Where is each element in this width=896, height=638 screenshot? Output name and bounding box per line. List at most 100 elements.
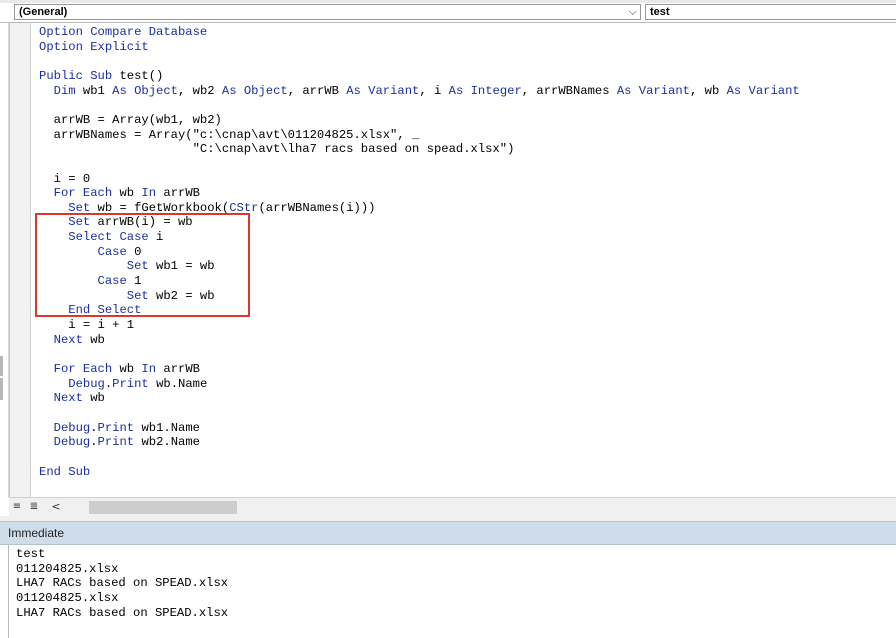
- immediate-window-title: Immediate: [0, 521, 896, 545]
- code-line[interactable]: "C:\cnap\avt\lha7 racs based on spead.xl…: [39, 142, 800, 157]
- code-line[interactable]: Dim wb1 As Object, wb2 As Object, arrWB …: [39, 84, 800, 99]
- code-line[interactable]: Next wb: [39, 333, 800, 348]
- code-window-header: (General) ⌵ test: [0, 3, 896, 23]
- code-keyword: Public Sub: [39, 68, 113, 83]
- splitter-marker: [0, 356, 3, 376]
- code-line[interactable]: Debug.Print wb.Name: [39, 377, 800, 392]
- code-token: "C:\cnap\avt\lha7 racs based on spead.xl…: [39, 142, 515, 157]
- code-line[interactable]: [39, 347, 800, 362]
- code-token: test(): [112, 68, 164, 83]
- code-token: arrWBNames = Array("c:\cnap\avt\01120482…: [39, 127, 420, 142]
- immediate-line: LHA7 RACs based on SPEAD.xlsx: [16, 576, 229, 591]
- code-keyword: Debug: [53, 435, 91, 450]
- code-line[interactable]: Option Compare Database: [39, 25, 800, 40]
- code-token: arrWB: [156, 362, 200, 377]
- code-keyword: Option Compare Database: [39, 25, 208, 39]
- code-line[interactable]: i = 0: [39, 172, 800, 187]
- immediate-line: test: [16, 547, 46, 561]
- code-keyword: As Object: [112, 83, 178, 98]
- code-token: , wb2: [178, 83, 222, 98]
- code-line[interactable]: [39, 98, 800, 113]
- code-line[interactable]: [39, 157, 800, 172]
- code-token: i = 0: [39, 171, 91, 186]
- code-keyword: As Variant: [346, 83, 420, 98]
- code-token: , arrWBNames: [521, 83, 617, 98]
- code-token: .: [90, 420, 98, 435]
- code-keyword: Debug: [53, 420, 91, 435]
- code-keyword: Next: [53, 332, 83, 347]
- code-keyword: Debug: [68, 376, 105, 391]
- code-token: wb1: [75, 83, 113, 98]
- code-keyword: As Integer: [448, 83, 522, 98]
- code-keyword: Print: [97, 420, 135, 435]
- immediate-output[interactable]: test 011204825.xlsx LHA7 RACs based on SPE…: [16, 547, 228, 620]
- object-dropdown-value: (General): [19, 6, 68, 18]
- procedure-dropdown-value: test: [650, 6, 670, 18]
- margin-indicator-bar[interactable]: [10, 23, 31, 497]
- code-line[interactable]: arrWBNames = Array("c:\cnap\avt\01120482…: [39, 128, 800, 143]
- code-token: wb1.Name: [134, 420, 200, 435]
- code-keyword: In: [141, 362, 157, 377]
- scrollbar-thumb[interactable]: [89, 501, 237, 514]
- code-keyword: Option Explicit: [39, 39, 149, 54]
- splitter-marker: [0, 378, 3, 400]
- horizontal-scrollbar[interactable]: ≡ ≣ <: [9, 497, 896, 517]
- code-line[interactable]: End Sub: [39, 465, 800, 480]
- code-keyword: Dim: [53, 83, 76, 98]
- code-keyword: As Object: [221, 83, 288, 98]
- full-module-view-icon[interactable]: ≣: [28, 500, 40, 514]
- procedure-dropdown[interactable]: test: [645, 4, 896, 20]
- code-keyword: Print: [112, 376, 149, 391]
- code-line[interactable]: For Each wb In arrWB: [39, 362, 800, 377]
- code-line[interactable]: [39, 406, 800, 421]
- code-line[interactable]: Option Explicit: [39, 40, 800, 55]
- code-line[interactable]: arrWB = Array(wb1, wb2): [39, 113, 800, 128]
- code-keyword: In: [141, 186, 157, 201]
- code-keyword: For Each: [53, 186, 113, 201]
- code-line[interactable]: [39, 54, 800, 69]
- immediate-window[interactable]: test 011204825.xlsx LHA7 RACs based on SPE…: [8, 545, 896, 638]
- code-keyword: As Variant: [726, 83, 800, 98]
- code-token: wb: [82, 332, 105, 347]
- code-token: arrWB: [156, 186, 200, 201]
- code-keyword: For Each: [53, 362, 113, 377]
- scroll-left-icon[interactable]: <: [49, 499, 63, 515]
- code-line[interactable]: i = i + 1: [39, 318, 800, 333]
- code-line[interactable]: For Each wb In arrWB: [39, 186, 800, 201]
- code-keyword: Next: [53, 391, 83, 406]
- code-line[interactable]: [39, 450, 800, 465]
- code-token: , wb: [690, 83, 727, 98]
- annotation-highlight-box: [35, 213, 250, 317]
- immediate-line: 011204825.xlsx: [16, 561, 119, 576]
- immediate-line: LHA7 RACs based on SPEAD.xlsx: [16, 605, 229, 620]
- code-keyword: Print: [97, 435, 135, 450]
- code-keyword: End Sub: [39, 464, 91, 479]
- code-token: arrWB = Array(wb1, wb2): [39, 112, 222, 127]
- code-line[interactable]: Next wb: [39, 391, 800, 406]
- code-token: wb: [112, 362, 142, 377]
- code-line[interactable]: Public Sub test(): [39, 69, 800, 84]
- code-token: wb2.Name: [134, 435, 200, 450]
- code-token: wb: [82, 391, 105, 406]
- code-token: i = i + 1: [39, 318, 135, 333]
- chevron-down-icon[interactable]: ⌵: [629, 5, 637, 19]
- code-token: , arrWB: [287, 83, 347, 98]
- procedure-view-icon[interactable]: ≡: [11, 500, 23, 514]
- code-token: .: [90, 435, 98, 450]
- code-token: wb: [112, 186, 142, 201]
- code-token: (arrWBNames(i))): [258, 200, 376, 215]
- code-token: wb.Name: [148, 376, 208, 391]
- object-dropdown[interactable]: (General) ⌵: [14, 4, 641, 20]
- code-line[interactable]: Debug.Print wb1.Name: [39, 421, 800, 436]
- code-keyword: As Variant: [616, 83, 690, 98]
- code-line[interactable]: Debug.Print wb2.Name: [39, 435, 800, 450]
- immediate-line: 011204825.xlsx: [16, 590, 119, 605]
